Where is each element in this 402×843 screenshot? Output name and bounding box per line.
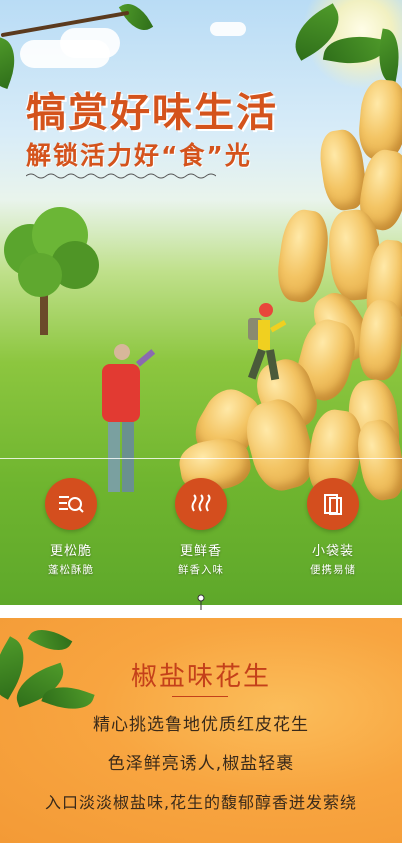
cloud [60,28,120,58]
feature-sub: 便携易储 [310,564,356,576]
hero-subtitle: 解锁活力好“食”光 [26,141,252,170]
tree [4,207,99,335]
product-line: 色泽鲜亮诱人,椒盐轻裹 [107,754,295,774]
product-panel: 椒盐味花生 精心挑选鲁地优质红皮花生 色泽鲜亮诱人,椒盐轻裹 入口淡淡椒盐味,花… [0,618,402,843]
product-title: 椒盐味花生 [130,662,271,692]
feature-label: 更鲜香 [179,544,222,559]
climber-figure [247,303,287,381]
leaf-decoration [27,621,73,659]
feature-sub: 鲜香入味 [178,564,224,576]
search-list-icon [45,478,97,530]
leaf-decoration [118,0,154,37]
hero-banner: 犒赏好味生活 解锁活力好“食”光 更松脆 蓬松酥脆 更鲜香 鲜香入味 小袋装 便… [0,0,402,605]
leaf-decoration [0,36,24,90]
cloud [210,22,246,36]
feature-label: 小袋装 [311,544,354,559]
feature-item: 小袋装 便携易储 [278,478,388,577]
wavy-underline [26,173,216,179]
feature-sub: 蓬松酥脆 [48,564,94,576]
feature-item: 更鲜香 鲜香入味 [146,478,256,577]
product-line: 精心挑选鲁地优质红皮花生 [93,715,309,735]
feature-list: 更松脆 蓬松酥脆 更鲜香 鲜香入味 小袋装 便携易储 [0,478,402,588]
product-line: 入口淡淡椒盐味,花生的馥郁醇香迸发萦绕 [44,793,358,812]
hiker-figure [102,344,156,492]
divider [0,458,402,459]
feature-item: 更松脆 蓬松酥脆 [16,478,126,577]
feature-label: 更松脆 [49,544,92,559]
pouch-icon [307,478,359,530]
title-underline [172,696,228,697]
steam-icon [175,478,227,530]
pin-icon [197,594,205,610]
hero-title: 犒赏好味生活 [26,90,278,136]
